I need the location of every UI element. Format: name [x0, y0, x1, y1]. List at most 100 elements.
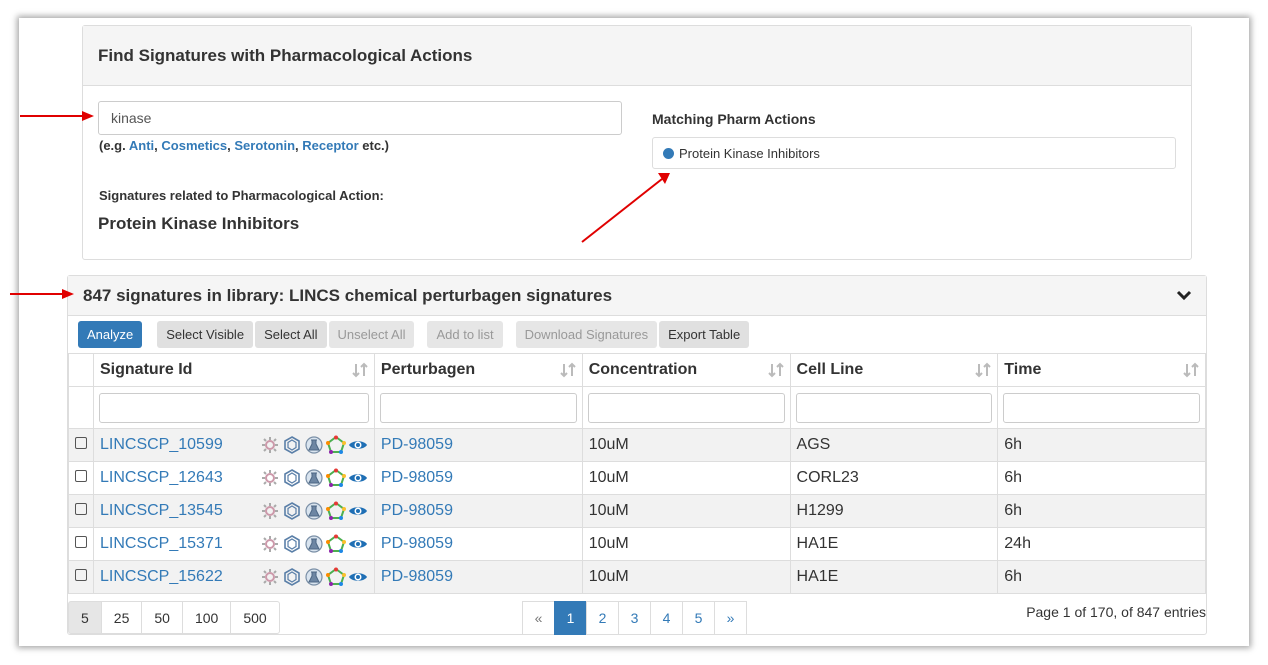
sort-icon[interactable] [1183, 362, 1199, 378]
perturbagen-link[interactable]: PD-98059 [381, 535, 453, 552]
concentration-cell: 10uM [581, 428, 791, 462]
cell-line-cell: H1299 [789, 494, 999, 528]
flask-icon[interactable] [304, 501, 324, 521]
flask-icon[interactable] [304, 435, 324, 455]
flask-icon[interactable] [304, 534, 324, 554]
page-button[interactable]: 5 [682, 601, 715, 635]
page-button[interactable]: 2 [586, 601, 619, 635]
sort-icon[interactable] [767, 362, 784, 378]
perturbagen-link[interactable]: PD-98059 [381, 469, 453, 486]
example-link-serotonin[interactable]: Serotonin [234, 138, 295, 153]
column-header-time[interactable]: Time [997, 353, 1206, 387]
sort-icon[interactable] [975, 362, 991, 378]
hexagon-icon[interactable] [282, 534, 302, 554]
related-pharm-action: Protein Kinase Inhibitors [98, 214, 300, 233]
perturbagen-link[interactable]: PD-98059 [381, 436, 453, 453]
page-button[interactable]: 4 [650, 601, 683, 635]
add-to-list-button[interactable]: Add to list [427, 321, 503, 348]
chevron-down-icon[interactable] [1176, 288, 1192, 302]
filter-time[interactable] [1003, 392, 1200, 423]
gear-icon[interactable] [260, 534, 280, 554]
analyze-button[interactable]: Analyze [78, 321, 143, 348]
page-size-option[interactable]: 25 [100, 601, 143, 634]
row-checkbox[interactable] [75, 470, 87, 482]
filter-signature-id[interactable] [99, 392, 369, 423]
pharm-action-search-input[interactable] [98, 101, 622, 135]
perturbagen-link[interactable]: PD-98059 [381, 568, 453, 585]
row-checkbox[interactable] [75, 536, 87, 548]
sort-icon[interactable] [352, 362, 368, 378]
page-size-option[interactable]: 50 [141, 601, 183, 634]
export-table-button[interactable]: Export Table [659, 321, 750, 348]
annotation-arrow-icon [10, 289, 74, 299]
gear-icon[interactable] [260, 567, 280, 587]
table-row: LINCSCP_12643 PD-98059 10uM CORL23 6h [68, 461, 1206, 495]
page-size-option[interactable]: 100 [181, 601, 232, 634]
unselect-all-button[interactable]: Unselect All [328, 321, 415, 348]
gear-icon[interactable] [260, 468, 280, 488]
signature-id-link[interactable]: LINCSCP_13545 [100, 502, 223, 520]
select-visible-button[interactable]: Select Visible [157, 321, 254, 348]
concentration-cell: 10uM [581, 527, 791, 561]
cell-line-cell: HA1E [789, 527, 999, 561]
time-cell: 6h [997, 494, 1206, 528]
signature-id-link[interactable]: LINCSCP_12643 [100, 469, 223, 487]
column-header-concentration[interactable]: Concentration [581, 353, 791, 387]
find-panel-header: Find Signatures with Pharmacological Act… [83, 26, 1191, 86]
sort-icon[interactable] [560, 362, 576, 378]
gear-icon[interactable] [260, 435, 280, 455]
filter-cell-line[interactable] [795, 392, 993, 423]
pentagon-icon[interactable] [325, 468, 346, 488]
table-row: LINCSCP_15622 PD-98059 10uM HA1E 6h [68, 560, 1206, 594]
page-size-option[interactable]: 5 [68, 601, 102, 634]
gear-icon[interactable] [260, 501, 280, 521]
example-link-cosmetics[interactable]: Cosmetics [161, 138, 227, 153]
perturbagen-link[interactable]: PD-98059 [381, 502, 453, 519]
next-page-button[interactable]: » [714, 601, 747, 635]
library-panel: 847 signatures in library: LINCS chemica… [67, 275, 1207, 635]
pentagon-icon[interactable] [325, 435, 346, 455]
hexagon-icon[interactable] [282, 567, 302, 587]
matching-item[interactable]: Protein Kinase Inhibitors [652, 137, 1176, 169]
signature-id-link[interactable]: LINCSCP_15371 [100, 535, 223, 553]
row-checkbox[interactable] [75, 437, 87, 449]
hexagon-icon[interactable] [282, 501, 302, 521]
concentration-cell: 10uM [581, 560, 791, 594]
toolbar: Analyze Select Visible Select All Unsele… [78, 321, 751, 348]
filter-concentration[interactable] [587, 392, 785, 423]
time-cell: 24h [997, 527, 1206, 561]
pentagon-icon[interactable] [325, 501, 346, 521]
flask-icon[interactable] [304, 468, 324, 488]
hexagon-icon[interactable] [282, 468, 302, 488]
signature-id-link[interactable]: LINCSCP_10599 [100, 436, 223, 454]
pentagon-icon[interactable] [325, 534, 346, 554]
row-checkbox[interactable] [75, 569, 87, 581]
filter-perturbagen[interactable] [379, 392, 577, 423]
signature-id-link[interactable]: LINCSCP_15622 [100, 568, 223, 586]
eye-icon[interactable] [348, 435, 368, 455]
cell-line-cell: HA1E [789, 560, 999, 594]
page-size-option[interactable]: 500 [230, 601, 280, 634]
eye-icon[interactable] [348, 567, 368, 587]
hexagon-icon[interactable] [282, 435, 302, 455]
signature-tools [260, 435, 368, 455]
eye-icon[interactable] [348, 468, 368, 488]
signature-tools [260, 501, 368, 521]
download-signatures-button[interactable]: Download Signatures [515, 321, 658, 348]
column-header-perturbagen[interactable]: Perturbagen [373, 353, 583, 387]
example-link-anti[interactable]: Anti [129, 138, 154, 153]
select-all-button[interactable]: Select All [255, 321, 327, 348]
prev-page-button[interactable]: « [522, 601, 555, 635]
page-button[interactable]: 3 [618, 601, 651, 635]
page-button[interactable]: 1 [554, 601, 587, 635]
time-cell: 6h [997, 461, 1206, 495]
column-header-signature-id[interactable]: Signature Id [93, 353, 375, 387]
eye-icon[interactable] [348, 501, 368, 521]
column-header-cell-line[interactable]: Cell Line [789, 353, 999, 387]
eye-icon[interactable] [348, 534, 368, 554]
row-checkbox[interactable] [75, 503, 87, 515]
pentagon-icon[interactable] [325, 567, 346, 587]
example-link-receptor[interactable]: Receptor [302, 138, 358, 153]
table-row: LINCSCP_13545 PD-98059 10uM H1299 6h [68, 494, 1206, 528]
flask-icon[interactable] [304, 567, 324, 587]
